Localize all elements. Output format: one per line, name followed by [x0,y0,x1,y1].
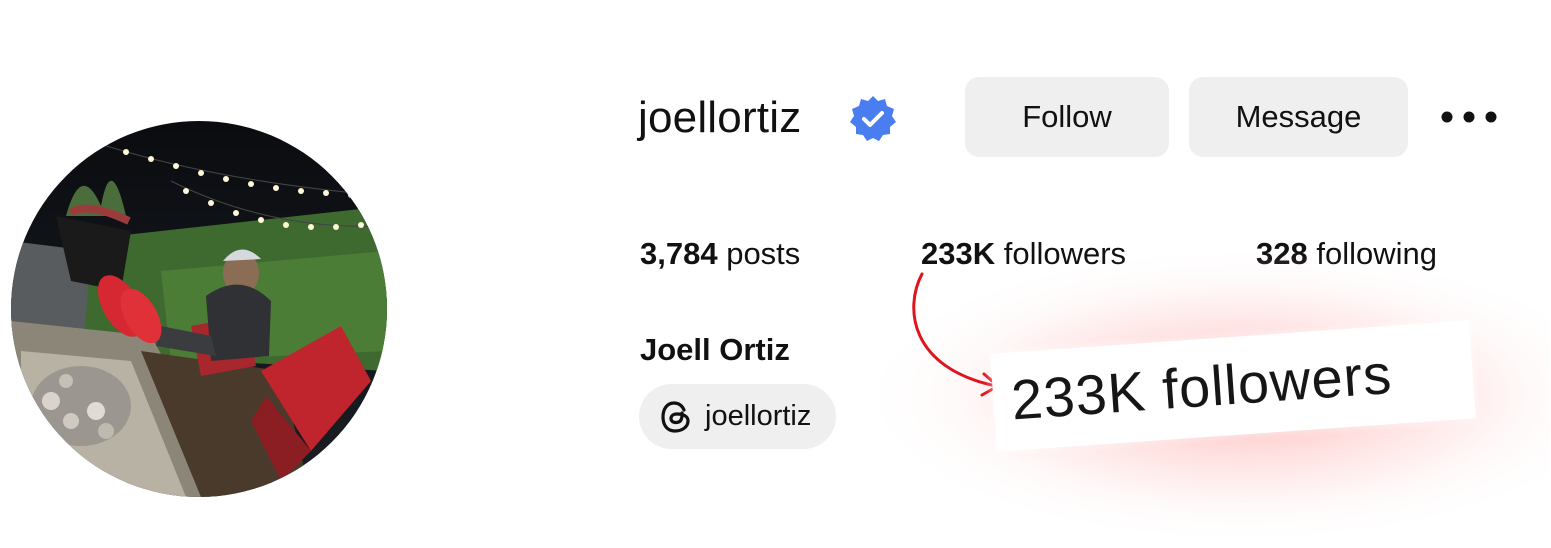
threads-icon [661,401,690,433]
posts-stat: 3,784 posts [640,232,800,276]
more-options-icon[interactable] [1434,100,1504,134]
threads-link[interactable]: joellortiz [639,384,836,449]
annotation-text: 233K followers [1009,341,1395,432]
posts-count: 3,784 [640,236,718,271]
message-button[interactable]: Message [1189,77,1408,157]
username: joellortiz [638,93,802,142]
threads-handle: joellortiz [705,400,812,432]
verified-badge-icon [850,96,896,141]
posts-label: posts [726,236,801,271]
avatar-photo [11,121,387,497]
follow-button[interactable]: Follow [965,77,1169,157]
avatar[interactable] [11,121,387,497]
full-name: Joell Ortiz [640,332,790,367]
